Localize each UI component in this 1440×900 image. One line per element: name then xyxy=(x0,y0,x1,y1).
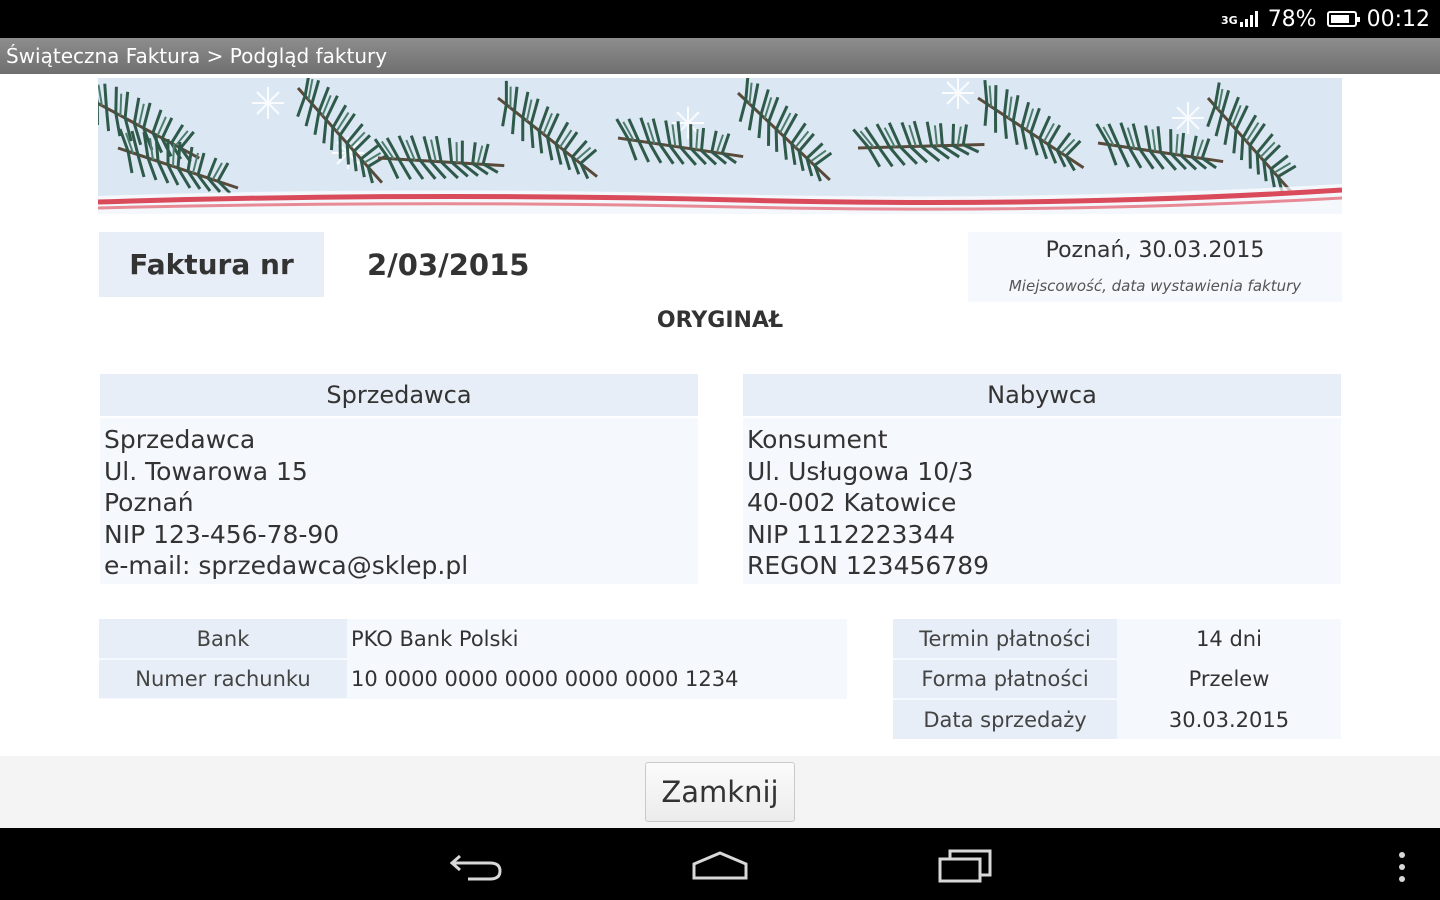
signal-icon: 3G xyxy=(1221,11,1258,27)
buyer-line: Konsument xyxy=(747,425,888,454)
seller-line: Ul. Towarowa 15 xyxy=(104,456,308,486)
buyer-details: Konsument Ul. Usługowa 10/3 40-002 Katow… xyxy=(743,418,1341,584)
battery-percent: 78% xyxy=(1267,6,1317,32)
account-number-value: 10 0000 0000 0000 0000 0000 1234 xyxy=(351,667,739,691)
buyer-header-text: Nabywca xyxy=(987,381,1097,409)
copy-type: ORYGINAŁ xyxy=(656,308,784,333)
place-date-caption: Miejscowość, data wystawienia faktury xyxy=(1008,277,1302,295)
home-icon[interactable] xyxy=(690,850,750,882)
payment-method-value: Przelew xyxy=(1188,667,1270,691)
seller-line: Poznań xyxy=(104,488,194,517)
seller-line: e-mail: sprzedawca@sklep.pl xyxy=(104,551,469,580)
menu-overflow-icon[interactable] xyxy=(1396,850,1408,884)
christmas-banner-image xyxy=(98,78,1342,214)
payment-term-label: Termin płatności xyxy=(893,619,1117,658)
close-button[interactable]: Zamknij xyxy=(645,762,795,822)
invoice-preview: Faktura nr 2/03/2015 Poznań, 30.03.2015 … xyxy=(0,74,1440,756)
buyer-line: 40-002 Katowice xyxy=(747,488,957,517)
back-icon[interactable] xyxy=(448,850,506,882)
bank-label: Bank xyxy=(99,619,347,658)
payment-term-value: 14 dni xyxy=(1196,626,1262,651)
place-date: Poznań, 30.03.2015 xyxy=(1045,238,1265,263)
seller-line: Sprzedawca xyxy=(104,425,256,454)
invoice-number-label: Faktura nr xyxy=(99,232,324,297)
account-number-label: Numer rachunku xyxy=(99,660,347,698)
seller-line: NIP 123-456-78-90 xyxy=(104,519,340,549)
clock: 00:12 xyxy=(1366,6,1430,32)
buyer-line: REGON 123456789 xyxy=(747,551,990,580)
buyer-line: Ul. Usługowa 10/3 xyxy=(747,456,974,486)
navigation-bar xyxy=(0,828,1440,900)
sale-date-value: 30.03.2015 xyxy=(1168,707,1290,732)
seller-header: Sprzedawca xyxy=(100,374,698,416)
app-bar: Świąteczna Faktura > Podgląd faktury xyxy=(0,38,1440,74)
status-bar: 3G 78% 00:12 xyxy=(0,0,1440,38)
breadcrumb: Świąteczna Faktura > Podgląd faktury xyxy=(6,44,388,68)
payment-method-label: Forma płatności xyxy=(893,660,1117,698)
invoice-number: 2/03/2015 xyxy=(367,248,530,282)
network-type: 3G xyxy=(1221,14,1238,27)
battery-icon xyxy=(1326,11,1360,27)
seller-details: Sprzedawca Ul. Towarowa 15 Poznań NIP 12… xyxy=(100,418,698,584)
invoice-number-label-text: Faktura nr xyxy=(129,248,294,281)
buyer-line: NIP 1112223344 xyxy=(747,519,956,549)
sale-date-label: Data sprzedaży xyxy=(893,700,1117,739)
buyer-header: Nabywca xyxy=(743,374,1341,416)
bank-value: PKO Bank Polski xyxy=(351,626,519,651)
recent-apps-icon[interactable] xyxy=(936,848,994,884)
seller-header-text: Sprzedawca xyxy=(326,381,472,409)
